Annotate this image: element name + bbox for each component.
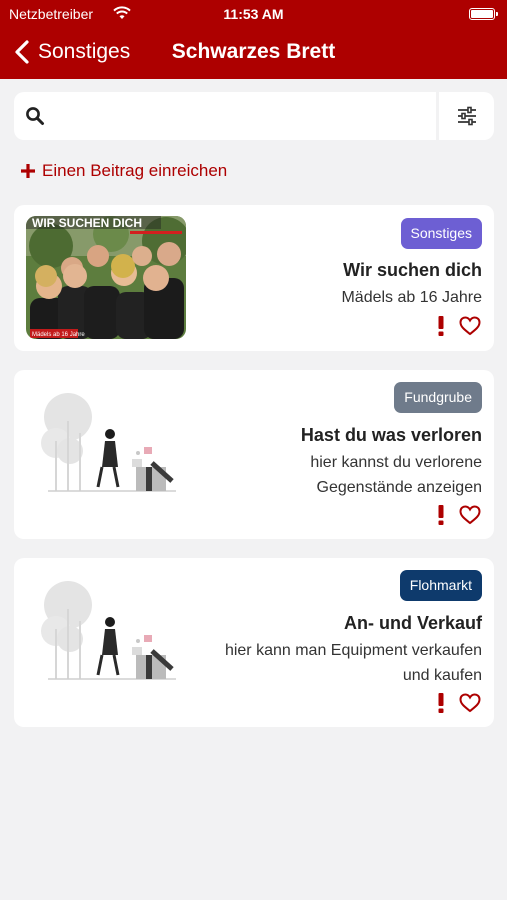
- post-title: Wir suchen dich: [343, 260, 482, 280]
- post-actions: [437, 316, 481, 336]
- plus-icon: [21, 164, 35, 178]
- post-image-group-photo: WIR SUCHEN DICH Mädels ab 16 Jahre: [26, 216, 186, 339]
- favorite-heart-icon[interactable]: [459, 693, 481, 713]
- category-badge: Fundgrube: [394, 382, 482, 413]
- post-subtitle: hier kannst du verlorene Gegenstände anz…: [310, 450, 482, 500]
- category-badge: Sonstiges: [400, 218, 482, 249]
- image-caption-text: Mädels ab 16 Jahre: [32, 332, 85, 338]
- post-subtitle-line: Gegenstände anzeigen: [316, 479, 482, 496]
- post-card[interactable]: WIR SUCHEN DICH Mädels ab 16 Jahre Sonst…: [14, 205, 494, 351]
- search-icon: [26, 107, 44, 125]
- sliders-icon: [458, 106, 476, 126]
- post-subtitle: hier kann man Equipment verkaufen und ka…: [225, 638, 482, 688]
- search-row: [14, 92, 494, 140]
- report-icon[interactable]: [437, 316, 445, 336]
- submit-post-link[interactable]: Einen Beitrag einreichen: [20, 160, 227, 182]
- post-image-lost-and-found: [26, 569, 186, 692]
- status-bar: Netzbetreiber 11:53 AM: [0, 0, 507, 28]
- category-badge: Flohmarkt: [399, 570, 482, 601]
- favorite-heart-icon[interactable]: [459, 505, 481, 525]
- post-subtitle: Mädels ab 16 Jahre: [341, 285, 482, 310]
- post-card[interactable]: Flohmarkt An- und Verkauf hier kann man …: [14, 558, 494, 727]
- post-title: Hast du was verloren: [300, 425, 482, 445]
- battery-icon: [469, 8, 498, 20]
- filter-button[interactable]: [439, 92, 494, 140]
- report-icon[interactable]: [437, 505, 445, 525]
- post-card[interactable]: Fundgrube Hast du was verloren hier kann…: [14, 370, 494, 539]
- report-icon[interactable]: [437, 693, 445, 713]
- page-title: Schwarzes Brett: [171, 40, 336, 63]
- post-subtitle-line: hier kannst du verlorene: [310, 454, 482, 471]
- post-actions: [437, 505, 481, 525]
- search-input[interactable]: [56, 100, 426, 132]
- post-subtitle-line: Mädels ab 16 Jahre: [341, 289, 482, 306]
- post-subtitle-line: und kaufen: [402, 667, 482, 684]
- post-image-lost-and-found: [26, 381, 186, 504]
- post-actions: [437, 693, 481, 713]
- clock: 11:53 AM: [223, 6, 284, 22]
- post-subtitle-line: hier kann man Equipment verkaufen: [224, 642, 482, 659]
- submit-post-label: Einen Beitrag einreichen: [42, 161, 228, 180]
- favorite-heart-icon[interactable]: [459, 316, 481, 336]
- header-bar: Netzbetreiber 11:53 AM Sonstiges Schwarz…: [0, 0, 507, 79]
- post-title: An- und Verkauf: [343, 613, 482, 633]
- search-box: [14, 92, 436, 140]
- image-banner-text: WIR SUCHEN DICH: [32, 216, 142, 230]
- navigation-bar: Sonstiges Schwarzes Brett: [0, 30, 507, 76]
